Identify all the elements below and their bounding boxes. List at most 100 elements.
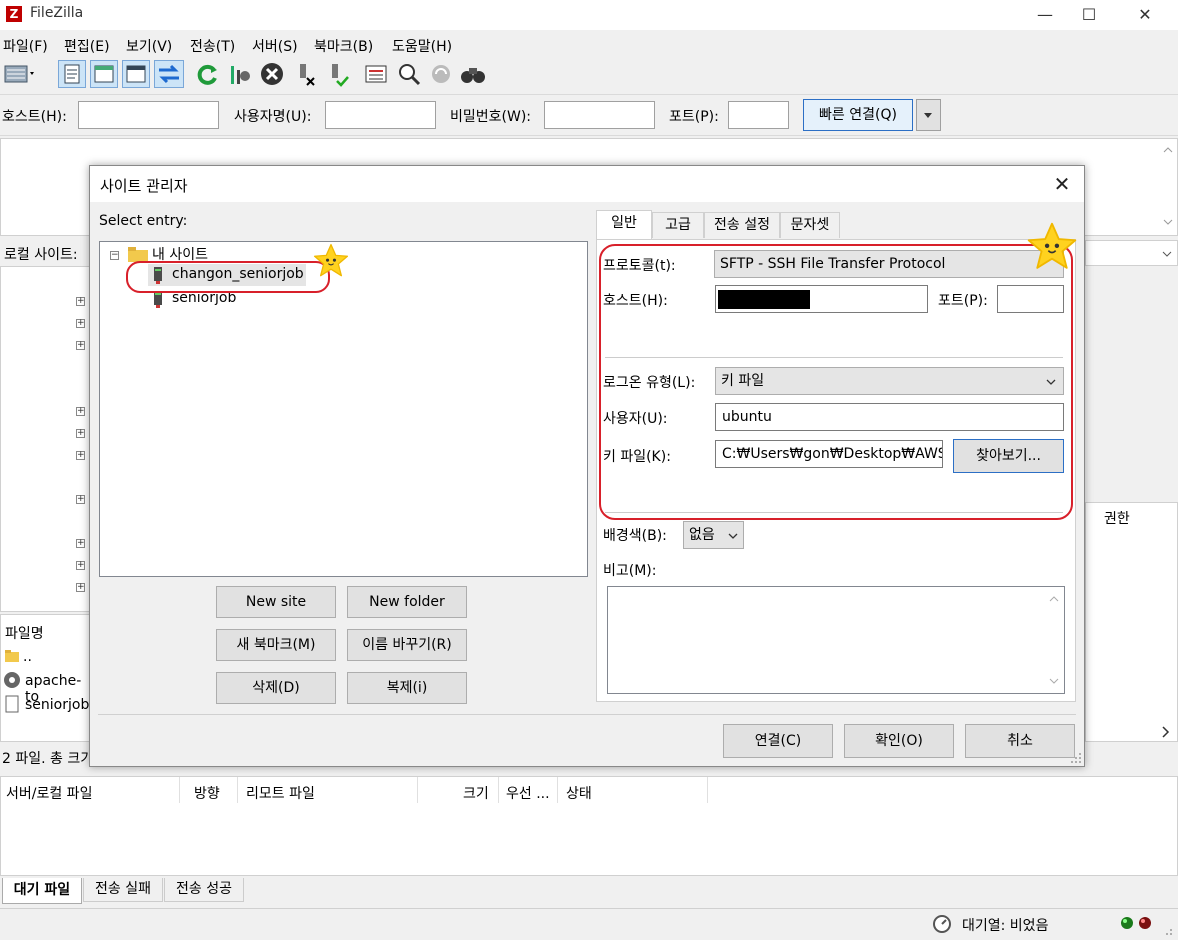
queue-header-status[interactable]: 상태: [566, 783, 592, 803]
expand-icon[interactable]: +: [76, 429, 85, 438]
divider: [98, 714, 1076, 715]
tab-failed-transfers[interactable]: 전송 실패: [83, 878, 163, 902]
archive-file-icon: [4, 672, 20, 688]
compare-directories-icon[interactable]: [396, 60, 422, 88]
background-color-select[interactable]: 없음: [683, 521, 744, 549]
new-folder-button[interactable]: New folder: [347, 586, 467, 618]
resize-grip-icon[interactable]: [1160, 923, 1174, 937]
queue-header-priority[interactable]: 우선 ...: [506, 783, 550, 803]
highlight-outline: [126, 261, 330, 293]
username-input[interactable]: [325, 101, 436, 129]
message-log-scrollbar[interactable]: [1160, 140, 1176, 234]
delete-button[interactable]: 삭제(D): [216, 672, 336, 704]
collapse-icon[interactable]: −: [110, 251, 119, 260]
site-manager-dialog: 사이트 관리자 ✕ Select entry: − 내 사이트 changon_…: [89, 165, 1085, 767]
general-tab-panel: 프로토콜(t): SFTP - SSH File Transfer Protoc…: [596, 222, 1077, 702]
expand-icon[interactable]: +: [76, 495, 85, 504]
queue-header-remote-file[interactable]: 리모트 파일: [246, 783, 315, 803]
toggle-local-tree-button[interactable]: [90, 60, 118, 88]
list-item[interactable]: ..: [23, 649, 32, 665]
chevron-down-icon: [1162, 251, 1172, 257]
file-icon: [5, 695, 19, 713]
remote-site-dropdown[interactable]: [1085, 240, 1178, 266]
tab-successful-transfers[interactable]: 전송 성공: [164, 878, 244, 902]
connect-button[interactable]: 연결(C): [723, 724, 833, 758]
reconnect-icon[interactable]: [323, 60, 349, 88]
comments-textarea[interactable]: [607, 586, 1065, 694]
new-bookmark-button[interactable]: 새 북마크(M): [216, 629, 336, 661]
expand-icon[interactable]: +: [76, 561, 85, 570]
tab-transfer-settings[interactable]: 전송 설정: [704, 212, 780, 238]
queue-header-direction[interactable]: 방향: [194, 783, 220, 803]
folder-icon: [128, 247, 148, 262]
minimize-button[interactable]: —: [1022, 0, 1068, 30]
quickconnect-bar: 호스트(H): 사용자명(U): 비밀번호(W): 포트(P): 빠른 연결(Q…: [0, 94, 1178, 136]
remote-file-list: 권한: [1085, 502, 1178, 742]
toggle-remote-tree-button[interactable]: [122, 60, 150, 88]
expand-icon[interactable]: +: [76, 319, 85, 328]
toggle-queue-button[interactable]: [154, 60, 184, 88]
expand-icon[interactable]: +: [76, 539, 85, 548]
title-bar: Z FileZilla — ☐ ✕: [0, 0, 1178, 30]
status-bar: 대기열: 비었음: [0, 908, 1178, 940]
expand-icon[interactable]: +: [76, 341, 85, 350]
toggle-message-log-button[interactable]: [58, 60, 86, 88]
site-manager-icon[interactable]: [3, 60, 37, 88]
background-color-label: 배경색(B):: [603, 528, 667, 544]
column-header-permissions[interactable]: 권한: [1104, 508, 1130, 528]
tab-queued-files[interactable]: 대기 파일: [2, 878, 82, 904]
process-queue-icon[interactable]: [227, 60, 253, 88]
upload-activity-led-icon: [1121, 917, 1133, 929]
cancel-button[interactable]: 취소: [965, 724, 1075, 758]
expand-icon[interactable]: +: [76, 407, 85, 416]
directory-listing-filter-icon[interactable]: [363, 60, 389, 88]
quick-connect-dropdown[interactable]: [916, 99, 941, 131]
menu-file[interactable]: 파일(F): [3, 36, 48, 56]
local-tree-icon: [94, 65, 114, 83]
tab-charset[interactable]: 문자셋: [780, 212, 840, 238]
dialog-title: 사이트 관리자: [100, 177, 188, 195]
disconnect-icon[interactable]: [291, 60, 317, 88]
refresh-icon[interactable]: [194, 60, 220, 88]
tab-general[interactable]: 일반: [596, 210, 652, 240]
textarea-scrollbar[interactable]: [1046, 589, 1062, 691]
maximize-button[interactable]: ☐: [1066, 0, 1112, 30]
dialog-close-button[interactable]: ✕: [1045, 168, 1079, 200]
chevron-right-icon[interactable]: [1158, 724, 1174, 740]
expand-icon[interactable]: +: [76, 297, 85, 306]
host-input[interactable]: [78, 101, 219, 129]
local-status-text: 2 파일. 총 크기: [2, 751, 94, 767]
speed-limit-icon[interactable]: [932, 914, 952, 934]
menu-bookmarks[interactable]: 북마크(B): [314, 36, 373, 56]
queue-header-size[interactable]: 크기: [463, 783, 489, 803]
duplicate-button[interactable]: 복제(i): [347, 672, 467, 704]
background-color-value: 없음: [689, 527, 715, 543]
expand-icon[interactable]: +: [76, 583, 85, 592]
quick-connect-button[interactable]: 빠른 연결(Q): [803, 99, 913, 131]
expand-icon[interactable]: +: [76, 451, 85, 460]
password-input[interactable]: [544, 101, 655, 129]
highlight-outline: [599, 244, 1073, 520]
menu-transfer[interactable]: 전송(T): [190, 36, 235, 56]
tab-advanced[interactable]: 고급: [652, 212, 704, 238]
rename-button[interactable]: 이름 바꾸기(R): [347, 629, 467, 661]
resize-grip-icon[interactable]: [1070, 752, 1082, 764]
cancel-operation-icon[interactable]: [259, 60, 285, 88]
star-sticker-icon: [313, 243, 349, 277]
ok-button[interactable]: 확인(O): [844, 724, 954, 758]
new-site-button[interactable]: New site: [216, 586, 336, 618]
menu-edit[interactable]: 편집(E): [64, 36, 110, 56]
column-header-filename[interactable]: 파일명: [5, 623, 44, 643]
menu-view[interactable]: 보기(V): [126, 36, 172, 56]
menu-help[interactable]: 도움말(H): [392, 36, 452, 56]
port-input[interactable]: [728, 101, 789, 129]
chevron-down-icon: [924, 113, 932, 118]
app-title: FileZilla: [30, 5, 84, 21]
close-button[interactable]: ✕: [1122, 0, 1168, 30]
binoculars-search-icon[interactable]: [460, 60, 486, 88]
menu-server[interactable]: 서버(S): [252, 36, 298, 56]
list-item[interactable]: seniorjob.: [25, 697, 94, 713]
synchronized-browsing-icon[interactable]: [428, 60, 454, 88]
queue-header-file[interactable]: 서버/로컬 파일: [6, 783, 92, 803]
host-label: 호스트(H):: [2, 109, 67, 125]
